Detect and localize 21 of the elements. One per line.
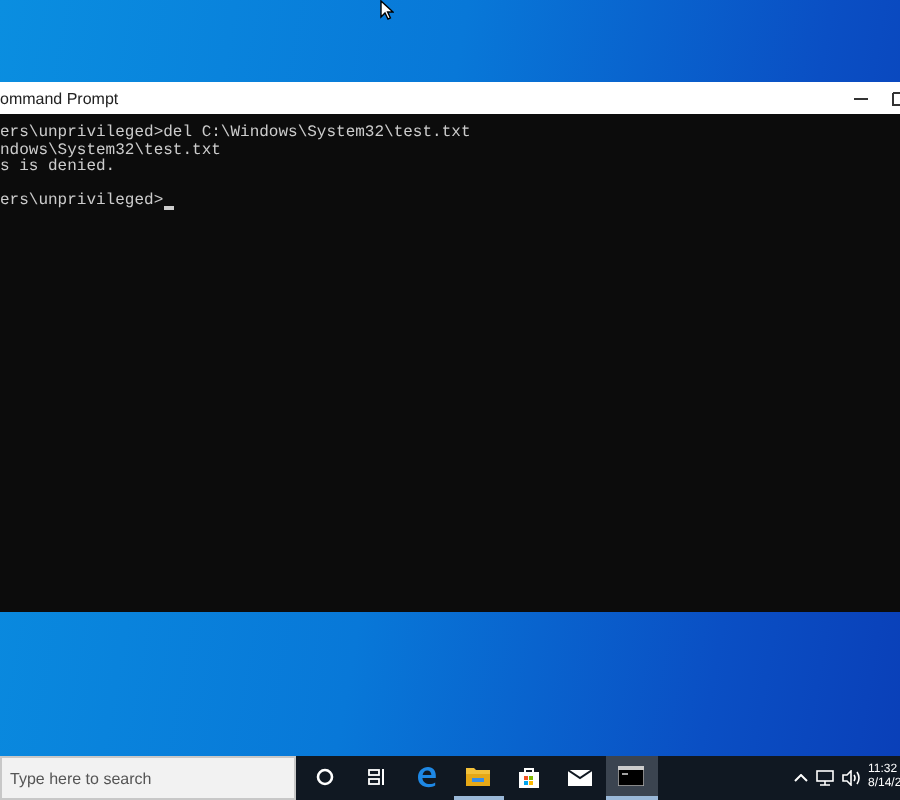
console-line: ers\unprivileged> <box>0 194 164 212</box>
maximize-icon[interactable] <box>892 91 900 105</box>
mail-icon <box>568 767 593 785</box>
mouse-pointer-icon <box>380 0 394 20</box>
terminal-icon <box>618 766 645 786</box>
browser-icon <box>416 765 439 787</box>
window-title: ommand Prompt <box>0 89 119 107</box>
shopping-bag-icon <box>518 765 541 787</box>
folder-icon <box>466 766 491 786</box>
minimize-icon[interactable] <box>854 97 868 99</box>
chevron-up-icon[interactable] <box>794 774 808 782</box>
network-icon[interactable] <box>816 770 834 786</box>
taskbar-button[interactable] <box>606 756 657 800</box>
console-line: ndows\System32\test.txt <box>0 143 221 160</box>
task-view-icon <box>367 767 386 785</box>
console-line: s is denied. <box>0 160 116 178</box>
circle-icon <box>316 767 335 785</box>
text-cursor <box>163 206 174 210</box>
search-field[interactable]: Type here to search <box>0 756 296 800</box>
console-line: ers\unprivileged>del C:\Windows\System32\test.txt <box>0 126 471 142</box>
speaker-icon[interactable] <box>842 770 860 786</box>
